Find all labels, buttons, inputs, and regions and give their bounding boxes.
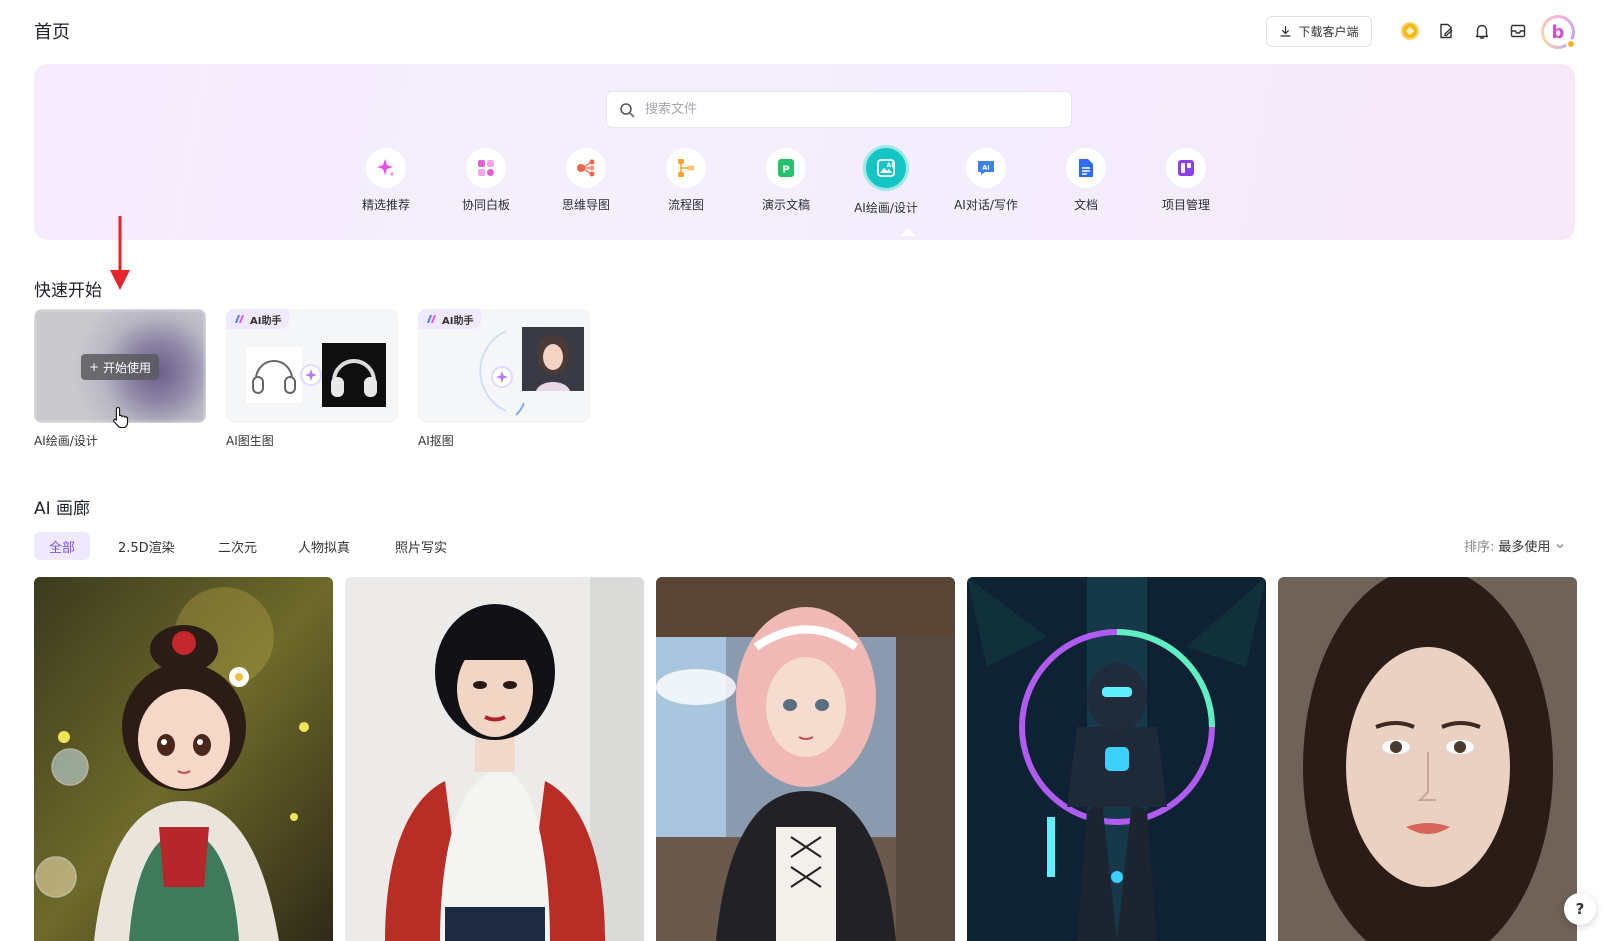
home-page: 首页 下载客户端 b 精选推荐 xyxy=(0,0,1602,941)
sparkle-icon xyxy=(377,159,395,177)
ai-paint-icon: AI xyxy=(877,159,895,177)
lolita-girl-artwork xyxy=(656,577,955,941)
user-avatar[interactable]: b xyxy=(1541,15,1576,49)
quick-card-img2img[interactable]: AI助手 xyxy=(226,309,398,423)
category-label: 思维导图 xyxy=(561,198,610,212)
quick-card-label: AI绘画/设计 xyxy=(34,434,98,448)
sort-value: 最多使用 xyxy=(1498,540,1551,555)
help-button[interactable]: ? xyxy=(1564,893,1596,925)
status-dot xyxy=(1566,39,1576,49)
category-label: AI对话/写作 xyxy=(954,198,1018,212)
chibi-girl-artwork xyxy=(34,577,333,941)
search-input[interactable] xyxy=(645,102,1045,117)
quick-card-label: AI抠图 xyxy=(418,434,454,448)
category-flowchart[interactable]: 流程图 xyxy=(636,148,736,213)
ai-assistant-label: AI助手 xyxy=(250,315,282,327)
portrait-cutout-illustration xyxy=(479,327,584,416)
category-label: 文档 xyxy=(1073,198,1098,212)
ai-assistant-badge: AI助手 xyxy=(418,309,482,329)
hero-panel: 精选推荐 协同白板 思维导图 流程图 P 演示文稿 AI AI绘画/设计 xyxy=(34,64,1575,240)
download-client-label: 下载客户端 xyxy=(1298,25,1359,39)
ai-assistant-badge: AI助手 xyxy=(226,309,290,329)
download-client-button[interactable]: 下载客户端 xyxy=(1266,16,1372,47)
ai-logo-icon xyxy=(235,315,244,323)
category-label: AI绘画/设计 xyxy=(854,201,918,215)
tab-photo[interactable]: 照片写实 xyxy=(380,532,462,560)
category-label: 协同白板 xyxy=(461,198,510,212)
svg-text:AI: AI xyxy=(887,162,894,169)
ai-chat-icon: AI xyxy=(978,161,994,175)
ai-assistant-label: AI助手 xyxy=(442,315,474,327)
category-ai-paint[interactable]: AI AI绘画/设计 xyxy=(836,145,936,216)
category-label: 精选推荐 xyxy=(361,198,410,212)
top-bar: 首页 下载客户端 b xyxy=(0,0,1602,62)
quick-card-label: AI图生图 xyxy=(226,434,274,448)
whiteboard-icon xyxy=(478,160,494,176)
sort-prefix: 排序: xyxy=(1464,540,1495,555)
tab-anime[interactable]: 二次元 xyxy=(203,532,272,560)
category-mindmap[interactable]: 思维导图 xyxy=(536,148,636,213)
plus-icon: + xyxy=(88,360,100,374)
gallery-image[interactable] xyxy=(345,577,644,941)
quick-start-title: 快速开始 xyxy=(34,281,102,301)
category-label: 流程图 xyxy=(667,198,704,212)
bell-icon[interactable] xyxy=(1472,21,1492,41)
start-using-button[interactable]: + 开始使用 xyxy=(81,354,159,380)
category-label: 项目管理 xyxy=(1161,198,1210,212)
chevron-down-icon xyxy=(1556,543,1564,548)
category-ai-chat[interactable]: AI AI对话/写作 xyxy=(936,148,1036,213)
quick-card-cutout[interactable]: AI助手 xyxy=(418,309,590,423)
start-using-label: 开始使用 xyxy=(103,360,152,375)
download-icon xyxy=(1280,26,1292,37)
svg-text:P: P xyxy=(782,165,789,176)
category-nav: 精选推荐 协同白板 思维导图 流程图 P 演示文稿 AI AI绘画/设计 AI … xyxy=(34,145,1575,228)
gallery-image[interactable] xyxy=(967,577,1266,941)
presentation-icon: P xyxy=(778,159,794,177)
tab-realistic-character[interactable]: 人物拟真 xyxy=(283,532,365,560)
tab-2-5d[interactable]: 2.5D渲染 xyxy=(103,532,190,560)
category-project[interactable]: 项目管理 xyxy=(1136,148,1236,213)
gallery-image[interactable] xyxy=(34,577,333,941)
project-icon xyxy=(1178,160,1194,176)
headphones-illustration xyxy=(246,343,386,407)
category-whiteboard[interactable]: 协同白板 xyxy=(436,148,536,213)
robot-warrior-artwork xyxy=(967,577,1266,941)
ai-logo-icon xyxy=(427,315,436,323)
flowchart-icon xyxy=(678,159,694,177)
svg-text:AI: AI xyxy=(982,164,989,172)
red-jacket-woman-artwork xyxy=(345,577,644,941)
search-box[interactable] xyxy=(606,91,1072,128)
realistic-woman-portrait xyxy=(1278,577,1577,941)
category-featured[interactable]: 精选推荐 xyxy=(336,148,436,213)
gallery-image[interactable] xyxy=(656,577,955,941)
active-category-caret xyxy=(900,228,916,236)
inbox-icon[interactable] xyxy=(1508,21,1528,41)
gallery-image[interactable] xyxy=(1278,577,1577,941)
search-icon xyxy=(620,102,635,117)
category-presentation[interactable]: P 演示文稿 xyxy=(736,148,836,213)
category-label: 演示文稿 xyxy=(761,198,810,212)
coin-icon[interactable] xyxy=(1400,21,1420,41)
hand-cursor-icon xyxy=(113,406,129,428)
page-title: 首页 xyxy=(34,22,70,43)
sort-dropdown[interactable]: 排序: 最多使用 xyxy=(1464,536,1566,555)
edit-icon[interactable] xyxy=(1436,21,1456,41)
tab-all[interactable]: 全部 xyxy=(34,532,91,560)
mindmap-icon xyxy=(577,159,595,177)
category-document[interactable]: 文档 xyxy=(1036,148,1136,213)
red-arrow-annotation xyxy=(110,216,130,290)
document-icon xyxy=(1079,159,1093,177)
gallery-title: AI 画廊 xyxy=(34,499,91,519)
